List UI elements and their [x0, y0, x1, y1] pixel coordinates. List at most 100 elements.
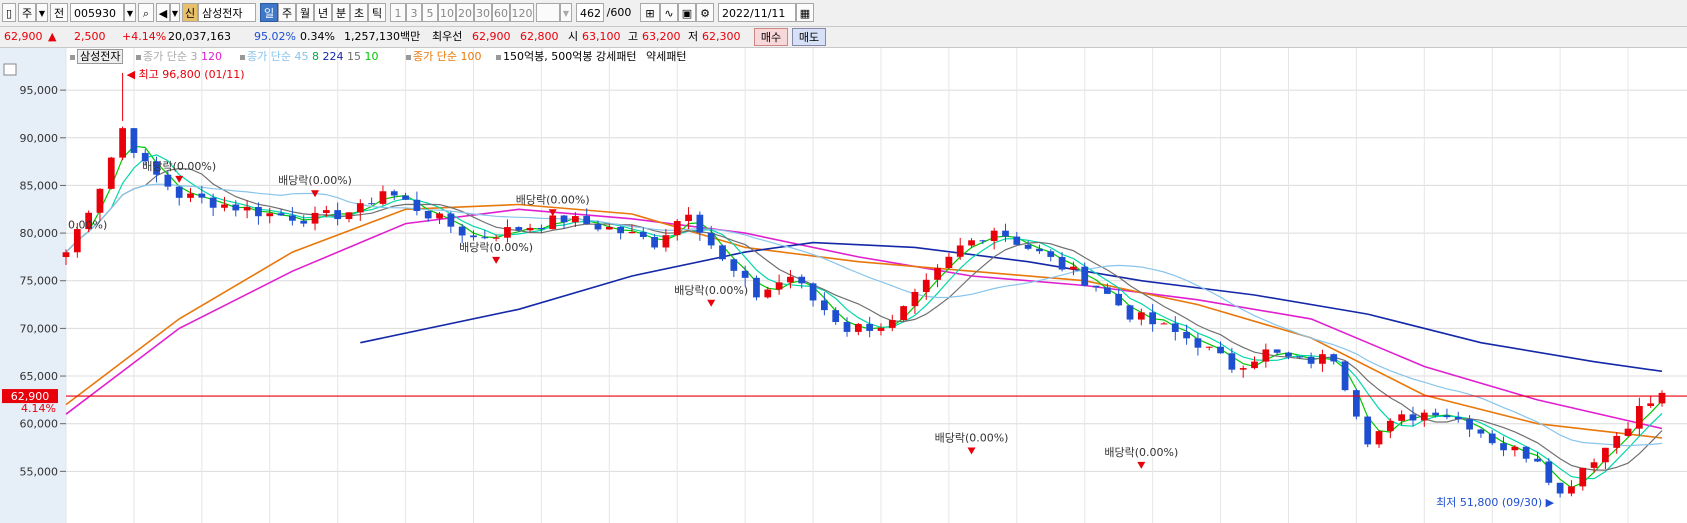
period-week[interactable]: 주	[278, 3, 296, 22]
candle	[538, 227, 545, 230]
candle	[1353, 390, 1360, 417]
interval-10[interactable]: 10	[438, 3, 456, 22]
candle	[62, 252, 70, 258]
period-month[interactable]: 월	[296, 3, 314, 22]
candle	[741, 270, 749, 278]
up-arrow-icon: ▲	[48, 30, 57, 43]
candle	[277, 213, 285, 216]
chart-line-icon[interactable]: ∿	[660, 3, 678, 22]
count-input[interactable]: 462	[576, 3, 604, 22]
interval-5[interactable]: 5	[422, 3, 438, 22]
candle	[1375, 431, 1383, 445]
candle	[390, 191, 398, 196]
dividend-label: 배당락(0.00%)	[674, 284, 748, 297]
candle	[368, 203, 375, 205]
candle	[1160, 323, 1168, 325]
indicator-icon[interactable]: ⊞	[640, 3, 660, 22]
candle	[1602, 447, 1609, 463]
candle	[809, 283, 817, 301]
candle	[832, 310, 840, 323]
candle	[1058, 256, 1066, 270]
candle	[673, 221, 681, 236]
interval-20[interactable]: 20	[456, 3, 474, 22]
interval-60[interactable]: 60	[492, 3, 510, 22]
speaker-dropdown-icon[interactable]: ▼	[170, 3, 180, 22]
calendar-icon[interactable]: ▦	[796, 3, 814, 22]
candle	[1171, 323, 1179, 332]
search-icon[interactable]: ⌕	[138, 3, 154, 22]
interval-120[interactable]: 120	[510, 3, 534, 22]
candle	[1126, 305, 1134, 320]
candle	[255, 206, 262, 217]
gear-icon[interactable]: ⚙	[696, 3, 714, 22]
high-label: 고	[628, 30, 639, 43]
price-chart[interactable]: 95,000 90,000 85,000 80,000 75,000 70,000 65,0…	[0, 48, 1687, 523]
sell-button[interactable]: 매도	[792, 28, 826, 46]
interval-30[interactable]: 30	[474, 3, 492, 22]
candle	[1409, 414, 1417, 421]
chart-menu-icon[interactable]	[3, 63, 17, 76]
candle	[594, 223, 602, 230]
period-minute[interactable]: 분	[332, 3, 350, 22]
candle	[753, 277, 760, 298]
candle	[696, 214, 704, 233]
candle	[1579, 467, 1587, 487]
candle	[356, 203, 364, 213]
candle	[1024, 244, 1032, 249]
period-second[interactable]: 초	[350, 3, 368, 22]
candle	[1081, 266, 1089, 286]
candle	[1047, 251, 1055, 257]
turnover-pct: 0.34%	[300, 30, 335, 43]
candle	[413, 199, 421, 211]
legend-ma-mid: 종가 단순 45 8 224 15 10	[240, 49, 378, 65]
candle	[979, 240, 987, 242]
speaker-icon[interactable]: ◀	[156, 3, 170, 22]
layout-icon[interactable]: ▯	[2, 3, 16, 22]
stock-name[interactable]: 삼성전자	[198, 3, 256, 22]
candle	[911, 291, 919, 307]
candle	[1194, 338, 1202, 348]
candle	[243, 206, 251, 211]
candle	[1137, 312, 1145, 320]
candle	[1217, 346, 1224, 354]
period-tick[interactable]: 틱	[368, 3, 386, 22]
period-day[interactable]: 일	[260, 3, 278, 22]
legend-ma-mid-label: 종가 단순 45	[247, 50, 309, 63]
stock-code-input[interactable]: 005930	[70, 3, 124, 22]
save-icon[interactable]: ▣	[678, 3, 696, 22]
custom-interval-input[interactable]	[536, 3, 560, 22]
y-tick-label: 95,000	[20, 84, 59, 97]
code-dropdown-icon[interactable]: ▼	[124, 3, 136, 22]
buy-button[interactable]: 매수	[754, 28, 788, 46]
period-year[interactable]: 년	[314, 3, 332, 22]
candle	[1432, 412, 1439, 416]
candle	[209, 197, 217, 208]
candle	[1522, 446, 1530, 459]
prev-button[interactable]: 전	[50, 3, 68, 22]
mode-button[interactable]: 주	[18, 3, 36, 22]
interval-1[interactable]: 1	[390, 3, 406, 22]
candle	[1590, 462, 1598, 468]
candle	[707, 232, 715, 246]
mode-dropdown-icon[interactable]: ▼	[36, 3, 48, 22]
candle	[1647, 403, 1655, 406]
price-change-pct: +4.14%	[122, 30, 167, 43]
trade-amount: 1,257,130백만	[344, 30, 421, 43]
toolbar: ▯ 주 ▼ 전 005930 ▼ ⌕ ◀ ▼ 신 삼성전자 일 주 월 년 분 …	[0, 0, 1687, 27]
candle	[119, 128, 126, 158]
legend-ma-long: 종가 단순 100	[406, 49, 481, 65]
candle	[1466, 419, 1473, 430]
date-input[interactable]: 2022/11/11	[718, 3, 796, 22]
candle	[1330, 354, 1338, 362]
candle	[1613, 435, 1621, 448]
dividend-label: 배당락(0.00%)	[142, 160, 216, 173]
candle	[492, 237, 500, 239]
candle	[526, 227, 534, 231]
candle	[1477, 429, 1485, 434]
plot-area	[66, 48, 1687, 523]
candle	[107, 157, 115, 189]
volume-ratio: 95.02%	[254, 30, 296, 43]
interval-3[interactable]: 3	[406, 3, 422, 22]
custom-dropdown-icon[interactable]: ▼	[560, 3, 572, 22]
legend-ma-mid-v2: 224	[322, 50, 344, 63]
